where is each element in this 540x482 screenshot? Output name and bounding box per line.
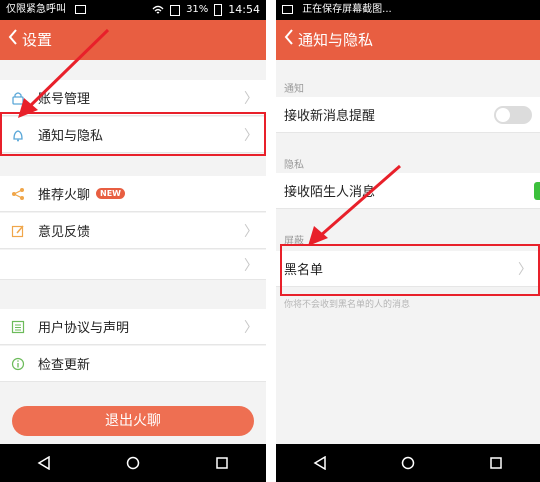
red-arrow [308, 164, 401, 246]
chevron-right-icon: 〉 [244, 223, 258, 240]
chevron-right-icon: 〉 [244, 319, 258, 336]
blank-item[interactable]: 〉 [0, 250, 266, 280]
recents-nav-icon[interactable] [215, 456, 229, 470]
item-label: 意见反馈 [38, 225, 91, 240]
home-nav-icon[interactable] [401, 456, 415, 470]
notification-privacy-screen: 正在保存屏幕截图... 通知与隐私 通知 接收新消息提醒 隐私 接收陌生人消息 … [276, 0, 540, 482]
settings-screen: 仅限紧急呼叫 31% 14:54 设置 账号管理 〉 通知与隐私 〉 推荐火聊 … [0, 0, 266, 482]
chevron-right-icon: 〉 [244, 257, 258, 274]
user-agreement-item[interactable]: 用户协议与声明 〉 [0, 309, 266, 345]
check-update-item[interactable]: 检查更新 [0, 346, 266, 382]
home-nav-icon[interactable] [126, 456, 140, 470]
item-label: 检查更新 [38, 358, 91, 373]
navigation-bar [276, 444, 540, 482]
info-icon [10, 356, 26, 372]
list-icon [10, 319, 26, 335]
recents-nav-icon[interactable] [489, 456, 503, 470]
item-label: 用户协议与声明 [38, 321, 130, 336]
back-nav-icon[interactable] [37, 456, 51, 470]
back-nav-icon[interactable] [313, 456, 327, 470]
red-arrow [18, 28, 110, 118]
edit-icon [10, 223, 26, 239]
logout-button[interactable]: 退出火聊 [12, 406, 254, 436]
navigation-bar [0, 444, 266, 482]
feedback-item[interactable]: 意见反馈 〉 [0, 213, 266, 249]
